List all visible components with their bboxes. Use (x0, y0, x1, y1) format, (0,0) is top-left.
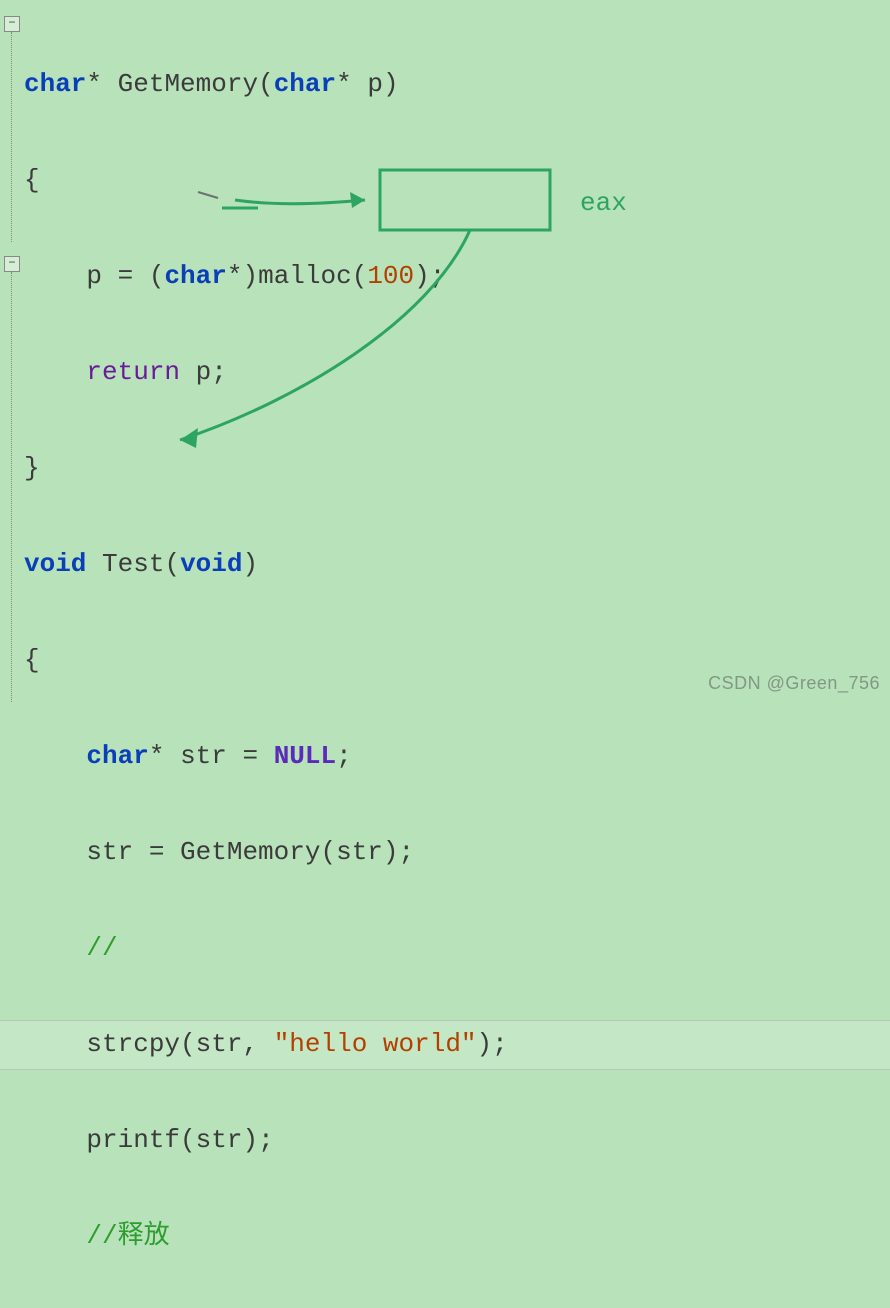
watermark-text: CSDN @Green_756 (708, 673, 880, 694)
rparen: ) (242, 549, 258, 579)
function-name: GetMemory (118, 69, 258, 99)
fold-guide-1 (11, 32, 12, 242)
var-p: p (86, 261, 102, 291)
brace-close: } (24, 453, 40, 483)
code-line-7: { (24, 636, 508, 684)
star: * (149, 741, 165, 771)
code-line-11: strcpy(str, "hello world"); (24, 1020, 508, 1068)
assign: = (227, 741, 274, 771)
fold-toggle-2[interactable]: − (4, 256, 20, 272)
rparen-semi: ); (414, 261, 445, 291)
code-line-8: char* str = NULL; (24, 732, 508, 780)
fn-malloc: malloc (258, 261, 352, 291)
literal-100: 100 (367, 261, 414, 291)
param-p: p (367, 69, 383, 99)
arg-str: str (196, 1029, 243, 1059)
code-line-13: //释放 (24, 1212, 508, 1260)
star: * (227, 261, 243, 291)
lparen: ( (320, 837, 336, 867)
brace-open: { (24, 645, 40, 675)
rparen-semi: ); (383, 837, 414, 867)
fn-getmemory: GetMemory (180, 837, 320, 867)
var-str: str (86, 837, 133, 867)
keyword-char: char (24, 69, 86, 99)
keyword-void: void (24, 549, 86, 579)
keyword-char: char (164, 261, 226, 291)
semicolon: ; (211, 357, 227, 387)
lparen: ( (352, 261, 368, 291)
brace-open: { (24, 165, 40, 195)
arg-str: str (336, 837, 383, 867)
code-block: char* GetMemory(char* p) { p = (char*)ma… (24, 12, 508, 1308)
code-line-3: p = (char*)malloc(100); (24, 252, 508, 300)
var-p: p (196, 357, 212, 387)
rparen: ) (242, 261, 258, 291)
comment-release: //释放 (86, 1221, 169, 1251)
function-name: Test (102, 549, 164, 579)
lparen: ( (180, 1029, 196, 1059)
string-literal: "hello world" (274, 1029, 477, 1059)
lparen: ( (258, 69, 274, 99)
code-line-4: return p; (24, 348, 508, 396)
code-line-2: { (24, 156, 508, 204)
code-line-12: printf(str); (24, 1116, 508, 1164)
assign: = (133, 837, 180, 867)
star: * (86, 69, 102, 99)
fn-strcpy: strcpy (86, 1029, 180, 1059)
lparen: ( (149, 261, 165, 291)
var-str: str (180, 741, 227, 771)
comment: // (86, 933, 117, 963)
semicolon: ; (336, 741, 352, 771)
eax-label: eax (580, 188, 627, 218)
keyword-void: void (180, 549, 242, 579)
code-line-9: str = GetMemory(str); (24, 828, 508, 876)
code-line-6: void Test(void) (24, 540, 508, 588)
code-line-10: // (24, 924, 508, 972)
fold-guide-2 (11, 272, 12, 702)
code-line-5: } (24, 444, 508, 492)
assign: = (102, 261, 149, 291)
fn-printf: printf (86, 1125, 180, 1155)
fold-toggle-1[interactable]: − (4, 16, 20, 32)
keyword-char: char (86, 741, 148, 771)
code-line-1: char* GetMemory(char* p) (24, 60, 508, 108)
space (180, 357, 196, 387)
comma: , (242, 1029, 273, 1059)
arg-str: str (196, 1125, 243, 1155)
lparen: ( (164, 549, 180, 579)
keyword-char: char (274, 69, 336, 99)
null-literal: NULL (274, 741, 336, 771)
rparen-semi: ); (242, 1125, 273, 1155)
fold-gutter: − − (0, 0, 20, 702)
rparen-semi: ); (477, 1029, 508, 1059)
rparen: ) (383, 69, 399, 99)
star: * (336, 69, 352, 99)
lparen: ( (180, 1125, 196, 1155)
keyword-return: return (86, 357, 180, 387)
